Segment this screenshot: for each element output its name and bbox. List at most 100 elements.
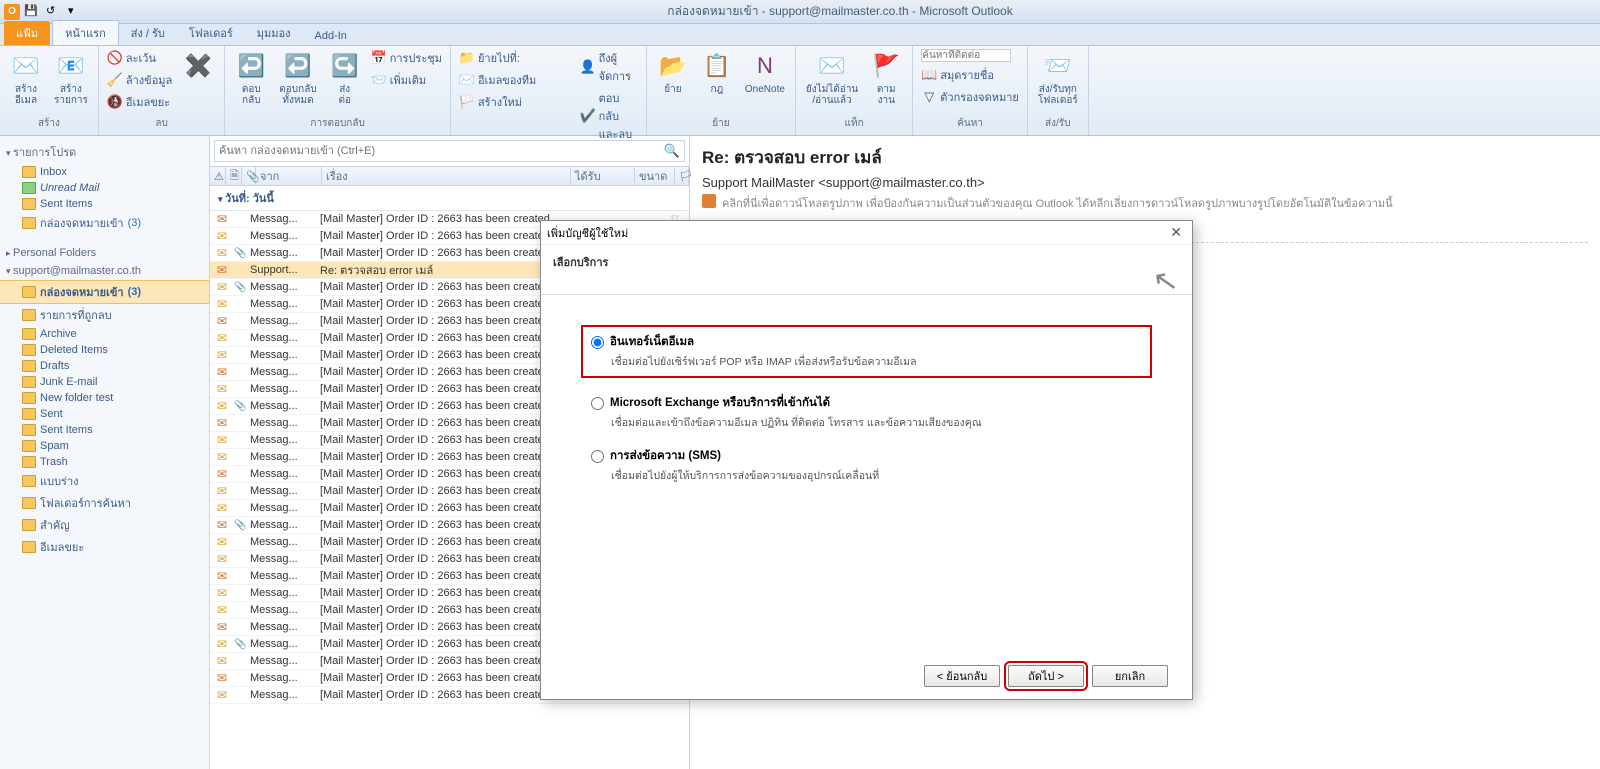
nav-folder[interactable]: New folder test — [0, 390, 209, 406]
ribbon-group-respond: ↩️ตอบกลับ ↩️ตอบกลับทั้งหมด ↪️ส่งต่อ 📅การ… — [225, 46, 451, 135]
quick-access-toolbar: 💾 ↺ ▾ — [24, 4, 84, 20]
option-sms[interactable]: การส่งข้อความ (SMS) เชื่อมต่อไปยังผู้ให้… — [591, 447, 1142, 484]
forward-button[interactable]: ↪️ส่งต่อ — [325, 48, 365, 108]
envelope-icon: ✉ — [214, 416, 230, 430]
radio-sms[interactable] — [591, 450, 604, 463]
nav-folder[interactable]: Trash — [0, 454, 209, 470]
qat-dropdown-icon[interactable]: ▾ — [68, 4, 84, 20]
nav-folder[interactable]: แบบร่าง — [0, 470, 209, 492]
nav-fav-mainbox[interactable]: กล่องจดหมายเข้า (3) — [0, 212, 209, 234]
folder-icon — [22, 376, 36, 388]
find-contact-input[interactable] — [919, 48, 1021, 63]
back-button[interactable]: < ย้อนกลับ — [924, 665, 1000, 687]
folder-icon — [22, 166, 36, 178]
junk-button[interactable]: 🚯อีเมลขยะ — [105, 92, 174, 112]
more-icon: 📨 — [371, 72, 387, 88]
tab-home[interactable]: หน้าแรก — [52, 20, 119, 45]
unread-button[interactable]: ✉️ยังไม่ได้อ่าน/อ่านแล้ว — [802, 48, 862, 108]
reading-info-bar[interactable]: คลิกที่นี่เพื่อดาวน์โหลดรูปภาพ เพื่อป้อง… — [702, 194, 1588, 212]
envelope-icon: ✉ — [214, 263, 230, 277]
forward-icon: ↪️ — [329, 50, 361, 82]
col-flag[interactable]: 🏳 — [675, 167, 689, 185]
close-icon[interactable]: ✕ — [1166, 224, 1186, 241]
move-button[interactable]: 📂ย้าย — [653, 48, 693, 97]
nav-folder[interactable]: สำคัญ — [0, 514, 209, 536]
nav-inbox[interactable]: กล่องจดหมายเข้า (3) — [0, 280, 209, 304]
quickstep-tomgr[interactable]: 👤ถึงผู้จัดการ — [578, 48, 640, 86]
meeting-button[interactable]: 📅การประชุม — [369, 48, 444, 68]
nav-fav-sent[interactable]: Sent Items — [0, 196, 209, 212]
nav-folder[interactable]: Drafts — [0, 358, 209, 374]
tab-addin[interactable]: Add-In — [303, 27, 359, 45]
tab-sendreceive[interactable]: ส่ง / รับ — [119, 21, 177, 45]
col-received[interactable]: ได้รับ — [571, 167, 635, 185]
tab-folder[interactable]: โฟลเดอร์ — [177, 21, 245, 45]
search-input[interactable] — [219, 145, 664, 157]
msg-subject: [Mail Master] Order ID : 2663 has been c… — [320, 434, 561, 446]
dialog-body: อินเทอร์เน็ตอีเมล เชื่อมต่อไปยังเซิร์ฟเว… — [541, 295, 1192, 530]
attachment-icon: 📎 — [234, 248, 246, 259]
quickstep-moveto[interactable]: 📁ย้ายไปที่: — [457, 48, 574, 68]
search-box[interactable]: 🔍 — [214, 140, 685, 162]
reply-all-button[interactable]: ↩️ตอบกลับทั้งหมด — [275, 48, 320, 108]
nav-folder[interactable]: Junk E-mail — [0, 374, 209, 390]
msg-from: Messag... — [250, 587, 316, 599]
option-internet-email[interactable]: อินเทอร์เน็ตอีเมล เชื่อมต่อไปยังเซิร์ฟเว… — [581, 325, 1152, 378]
nav-fav-inbox[interactable]: Inbox — [0, 164, 209, 180]
envelope-icon: ✉ — [214, 450, 230, 464]
tab-view[interactable]: มุมมอง — [245, 21, 303, 45]
envelope-icon: ✉ — [214, 552, 230, 566]
save-icon[interactable]: 💾 — [24, 4, 40, 20]
col-item[interactable]: 🗎 — [226, 167, 242, 185]
col-attach[interactable]: 📎 — [242, 167, 256, 185]
cancel-button[interactable]: ยกเลิก — [1092, 665, 1168, 687]
flag-icon: 🏳️ — [459, 94, 475, 110]
nav-personal-header[interactable]: Personal Folders — [0, 244, 209, 262]
radio-internet-email[interactable] — [591, 336, 604, 349]
folder-icon — [22, 456, 36, 468]
quickstep-new[interactable]: 🏳️สร้างใหม่ — [457, 92, 574, 112]
msg-from: Messag... — [250, 502, 316, 514]
nav-folder[interactable]: โฟลเดอร์การค้นหา — [0, 492, 209, 514]
nav-folder[interactable]: Deleted Items — [0, 342, 209, 358]
nav-deleted[interactable]: รายการที่ถูกลบ — [0, 304, 209, 326]
filter-button[interactable]: ▽ตัวกรองจดหมาย — [919, 87, 1021, 107]
reply-button[interactable]: ↩️ตอบกลับ — [231, 48, 271, 108]
more-button[interactable]: 📨เพิ่มเติม — [369, 70, 444, 90]
nav-favorites-header[interactable]: รายการโปรด — [0, 140, 209, 164]
nav-folder[interactable]: Sent Items — [0, 422, 209, 438]
cleanup-button[interactable]: 🧹ล้างข้อมูล — [105, 70, 174, 90]
folder-icon — [22, 286, 36, 298]
col-icon[interactable]: ⚠ — [210, 167, 226, 185]
folder-icon — [22, 198, 36, 210]
nav-fav-unread[interactable]: Unread Mail — [0, 180, 209, 196]
sendreceive-all-button[interactable]: 📨ส่ง/รับทุกโฟลเดอร์ — [1034, 48, 1082, 108]
nav-folder[interactable]: Sent — [0, 406, 209, 422]
col-subject[interactable]: เรื่อง — [322, 167, 571, 185]
onenote-button[interactable]: NOneNote — [741, 48, 789, 97]
rules-button[interactable]: 📋กฎ — [697, 48, 737, 97]
quickstep-teamemail[interactable]: ✉️อีเมลของทีม — [457, 70, 574, 90]
nav-account-header[interactable]: support@mailmaster.co.th — [0, 262, 209, 280]
new-items-button[interactable]: 📧สร้างรายการ — [50, 48, 92, 108]
new-email-button[interactable]: ✉️สร้างอีเมล — [6, 48, 46, 108]
group-today[interactable]: วันที่: วันนี้ — [210, 186, 689, 211]
mgr-icon: 👤 — [580, 59, 596, 75]
nav-folder[interactable]: Spam — [0, 438, 209, 454]
delete-button[interactable]: ✖️ — [178, 48, 218, 84]
tab-file[interactable]: แฟ้ม — [4, 21, 50, 45]
col-size[interactable]: ขนาด — [635, 167, 675, 185]
nav-folder[interactable]: Archive — [0, 326, 209, 342]
next-button[interactable]: ถัดไป > — [1008, 665, 1084, 687]
envelope-icon: ✉️ — [816, 50, 848, 82]
col-from[interactable]: จาก — [256, 167, 322, 185]
ignore-button[interactable]: 🚫ละเว้น — [105, 48, 174, 68]
msg-from: Messag... — [250, 672, 316, 684]
followup-button[interactable]: 🚩ตามงาน — [866, 48, 906, 108]
search-icon[interactable]: 🔍 — [664, 143, 680, 159]
option-exchange[interactable]: Microsoft Exchange หรือบริการที่เข้ากันไ… — [591, 394, 1142, 431]
nav-folder[interactable]: อีเมลขยะ — [0, 536, 209, 558]
undo-icon[interactable]: ↺ — [46, 4, 62, 20]
addressbook-button[interactable]: 📖สมุดรายชื่อ — [919, 65, 1021, 85]
radio-exchange[interactable] — [591, 397, 604, 410]
